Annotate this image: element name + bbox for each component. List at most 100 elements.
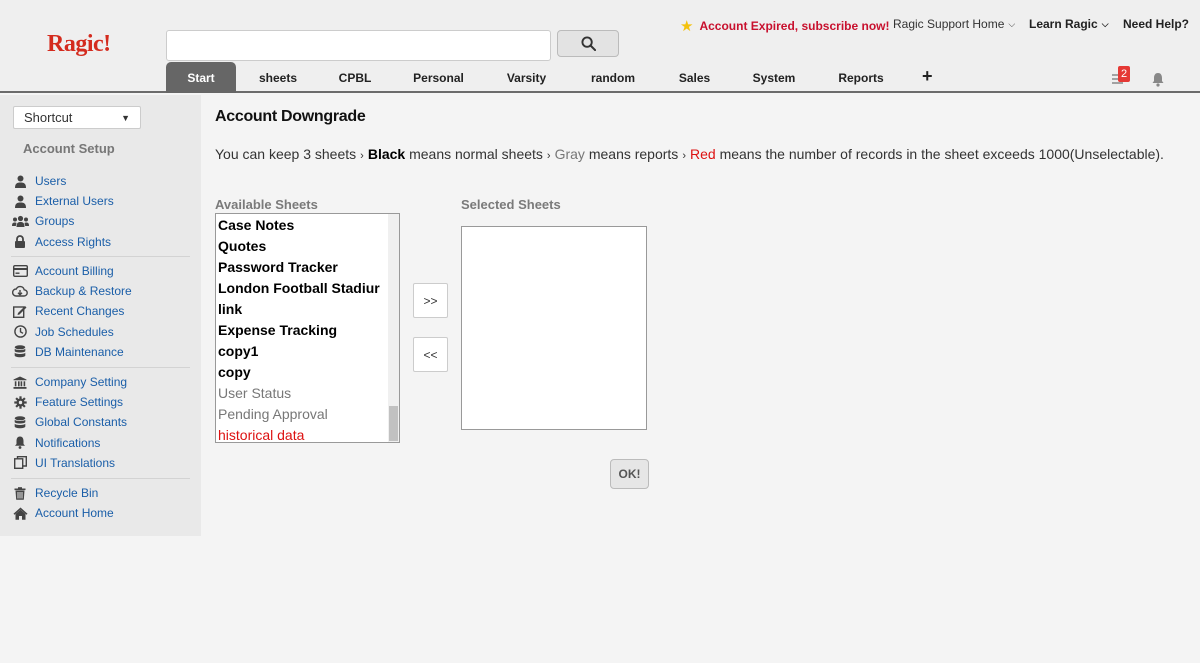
copy-icon [11,456,29,470]
sheet-tabs: Start sheets CPBL Personal Varsity rando… [166,62,903,93]
sidebar: Shortcut ▼ Account Setup Users External U… [0,95,201,536]
sidebar-divider [11,256,190,257]
tab-reports[interactable]: Reports [819,62,903,93]
search-button[interactable] [557,30,619,57]
sidebar-item-label: Account Billing [35,264,114,278]
sidebar-item-notifications[interactable]: Notifications [11,434,100,452]
sidebar-item-job-schedules[interactable]: Job Schedules [11,323,114,341]
need-help-label: Need Help? [1123,17,1190,31]
separator-icon: › [682,150,686,162]
database-icon [11,416,29,429]
bell-icon[interactable] [1151,72,1165,87]
clock-icon [11,325,29,338]
sidebar-item-label: Account Home [35,506,114,521]
shortcut-select[interactable]: Shortcut ▼ [13,106,141,129]
sidebar-item-label: Company Setting [35,375,128,389]
sidebar-item-label: External Users [35,194,114,209]
sidebar-item-account-billing[interactable]: Account Billing [11,262,114,280]
sidebar-item-access-rights[interactable]: Access Rights [11,233,111,251]
sheet-option[interactable]: Password Tracker [218,257,390,278]
learn-ragic-menu[interactable]: Learn Ragic ⌵ [1029,17,1109,31]
sidebar-item-ui-translations[interactable]: UI Translations [11,454,115,472]
ragic-logo[interactable]: Ragic! [47,31,111,58]
selected-sheets-list[interactable] [461,226,647,430]
sidebar-item-recent-changes[interactable]: Recent Changes [11,302,124,320]
tab-sheets[interactable]: sheets [236,62,320,93]
sidebar-item-label: Backup & Restore [35,284,132,299]
learn-ragic-label: Learn Ragic [1029,17,1098,31]
database-icon [11,345,29,358]
scrollbar-thumb[interactable] [389,406,398,441]
sidebar-item-account-home[interactable]: Account Home [11,504,114,522]
downgrade-description: You can keep 3 sheets › Black means normal… [215,144,1175,166]
star-icon: ★ [680,18,694,35]
tab-start[interactable]: Start [166,62,236,93]
sheet-option[interactable]: Pending Approval [218,404,390,425]
sheet-option: historical data [218,427,305,443]
sidebar-item-label: Feature Settings [35,395,124,410]
desc-prefix: You can keep 3 sheets [215,146,357,162]
external-user-icon [11,195,29,208]
sidebar-divider [11,367,190,368]
top-header: Ragic! ★ Account Expired, subscribe now!… [0,0,1200,93]
available-sheets-label: Available Sheets [215,197,318,212]
gear-icon [11,395,29,409]
sidebar-item-db-maintenance[interactable]: DB Maintenance [11,343,124,361]
support-home-menu[interactable]: Ragic Support Home ⌵ [893,17,1015,31]
credit-card-icon [11,265,29,277]
account-expired-link[interactable]: ★ Account Expired, subscribe now! [680,17,889,35]
desc-black-rest: means normal sheets [409,146,543,162]
sheet-option[interactable]: London Football Stadiur [218,278,390,299]
support-home-label: Ragic Support Home [893,17,1005,31]
sidebar-item-label: Recycle Bin [35,486,99,500]
add-tab-button[interactable]: + [922,66,933,87]
chevron-down-icon: ⌵ [1008,18,1016,29]
available-sheets-list[interactable]: Case Notes Quotes Password Tracker London F… [215,213,400,443]
tab-random[interactable]: random [566,62,660,93]
chevron-down-icon: ⌵ [1101,18,1109,29]
ok-button[interactable]: OK! [610,459,649,489]
sidebar-item-recycle-bin[interactable]: Recycle Bin [11,484,98,502]
search-input[interactable] [166,30,551,61]
move-left-button[interactable]: << [413,337,448,372]
lock-icon [11,235,29,249]
notification-badge: 2 [1118,66,1130,82]
move-right-button[interactable]: >> [413,283,448,318]
need-help-link[interactable]: Need Help? [1123,17,1189,31]
separator-icon: › [360,150,364,162]
sheet-option[interactable]: copy1 [218,341,390,362]
sidebar-item-backup-restore[interactable]: Backup & Restore [11,282,132,300]
sidebar-item-users[interactable]: Users [11,172,66,190]
account-expired-text: Account Expired, subscribe now! [699,19,890,33]
tab-varsity[interactable]: Varsity [487,62,566,93]
edit-icon [11,305,29,318]
sheet-option[interactable]: Case Notes [218,215,390,236]
sheet-option[interactable]: User Status [218,383,390,404]
sheet-option[interactable]: copy [218,362,390,383]
desc-gray-rest: means reports [588,146,679,162]
sidebar-item-global-constants[interactable]: Global Constants [11,413,127,431]
sheet-option[interactable]: Quotes [218,236,390,257]
shortcut-label: Shortcut [24,110,73,125]
sidebar-item-company-setting[interactable]: Company Setting [11,373,127,391]
tab-sales[interactable]: Sales [660,62,729,93]
sheet-option[interactable]: Expense Tracking [218,320,390,341]
sidebar-item-feature-settings[interactable]: Feature Settings [11,393,123,411]
page-title: Account Downgrade [215,108,366,125]
desc-gray: Gray [554,146,585,162]
sidebar-item-label: Access Rights [35,234,112,249]
account-setup-title: Account Setup [23,141,115,156]
sidebar-item-groups[interactable]: Groups [11,212,74,230]
scrollbar[interactable] [388,214,399,442]
tab-cpbl[interactable]: CPBL [320,62,390,93]
search-icon [580,36,596,51]
tab-personal[interactable]: Personal [390,62,487,93]
sheet-option[interactable]: link [218,299,390,320]
sidebar-item-label: Job Schedules [35,324,114,339]
sidebar-item-external-users[interactable]: External Users [11,192,114,210]
cloud-download-icon [11,285,29,298]
sidebar-item-label: Recent Changes [35,304,125,319]
tab-system[interactable]: System [729,62,819,93]
desc-black: Black [367,146,406,162]
trash-icon [11,486,29,500]
